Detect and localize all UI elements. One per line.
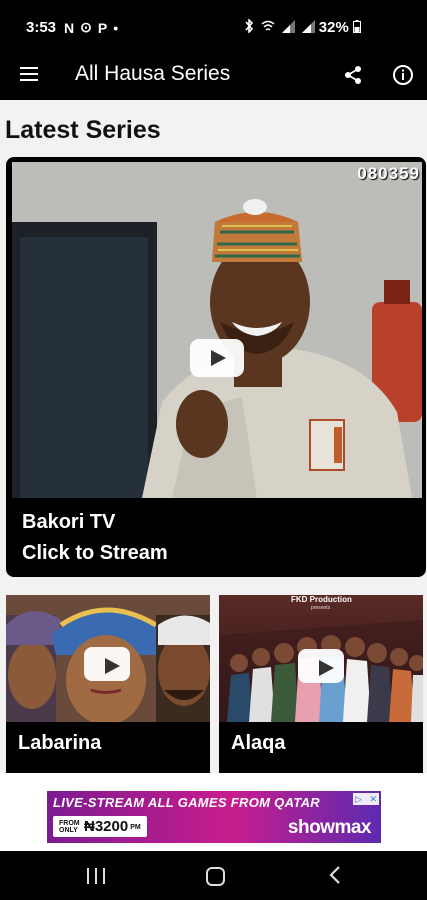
ad-price-prefix: FROM ONLY — [59, 820, 80, 835]
app-bar: All Hausa Series — [0, 52, 427, 100]
hero-title: Bakori TV — [22, 511, 116, 533]
series-card-label: Labarina — [18, 732, 102, 754]
series-card-labarina[interactable]: Labarina — [6, 595, 210, 773]
home-icon[interactable] — [206, 867, 225, 886]
battery-icon — [353, 20, 361, 33]
battery-text: 32% — [318, 19, 349, 36]
ad-brand-showmax: showmax — [287, 817, 372, 838]
series-card-label: Alaqa — [231, 732, 286, 754]
ad-info-icon: ▷ — [355, 793, 362, 804]
battery-percent: 32% — [319, 19, 361, 36]
ad-area: LIVE-STREAM ALL GAMES FROM QATAR FROM ON… — [0, 773, 427, 851]
recents-icon[interactable] — [87, 868, 105, 884]
ad-banner[interactable]: LIVE-STREAM ALL GAMES FROM QATAR FROM ON… — [47, 791, 381, 843]
alaqa-thumb-producer-text: FKD Production — [291, 595, 352, 604]
system-icons — [244, 19, 315, 33]
hamburger-menu-icon[interactable] — [20, 67, 38, 81]
ad-headline: LIVE-STREAM ALL GAMES FROM QATAR — [53, 795, 320, 810]
hero-caption: Bakori TV Click to Stream — [22, 507, 168, 569]
system-nav-bar — [0, 851, 427, 900]
series-card-alaqa[interactable]: FKD Production presents Alaqa — [219, 595, 423, 773]
hero-thumbnail-image — [12, 162, 422, 498]
more-notifications-dot-icon: • — [113, 19, 119, 36]
back-icon[interactable] — [328, 865, 342, 885]
play-button-icon[interactable] — [298, 649, 344, 683]
paypal-notification-icon: P — [97, 19, 108, 36]
info-icon[interactable] — [392, 64, 414, 86]
hero-watermark-phone: 080359 — [357, 164, 420, 183]
signal-2-icon — [302, 19, 315, 33]
status-bar: 3:53 N ⊙ P • 32% — [0, 0, 427, 52]
app-title: All Hausa Series — [75, 62, 231, 85]
ad-price: ₦3200 — [84, 818, 129, 835]
status-time: 3:53 — [26, 19, 57, 36]
notification-icons: N ⊙ P • — [64, 19, 118, 36]
bluetooth-icon — [245, 19, 254, 33]
wifi-calling-icon — [261, 20, 275, 31]
ad-choices-icon[interactable]: ▷ ✕ — [353, 793, 379, 805]
ad-close-icon: ✕ — [369, 793, 377, 804]
hero-thumbnail: 080359 — [12, 162, 422, 498]
ad-price-tag: FROM ONLY ₦3200 PM — [53, 816, 147, 837]
play-button-icon[interactable] — [84, 647, 130, 681]
section-title: Latest Series — [5, 116, 161, 144]
signal-1-icon — [282, 19, 295, 33]
alaqa-thumb-presents-text: presents — [311, 605, 331, 611]
sync-notification-icon: ⊙ — [80, 19, 92, 35]
netflix-notification-icon: N — [64, 19, 75, 36]
play-button-icon[interactable] — [190, 339, 244, 377]
hero-subtitle: Click to Stream — [22, 542, 168, 564]
share-icon[interactable] — [342, 64, 364, 86]
ad-price-suffix: PM — [130, 823, 141, 831]
hero-series-card[interactable]: 080359 Bakori TV Click to Stream — [6, 157, 426, 577]
